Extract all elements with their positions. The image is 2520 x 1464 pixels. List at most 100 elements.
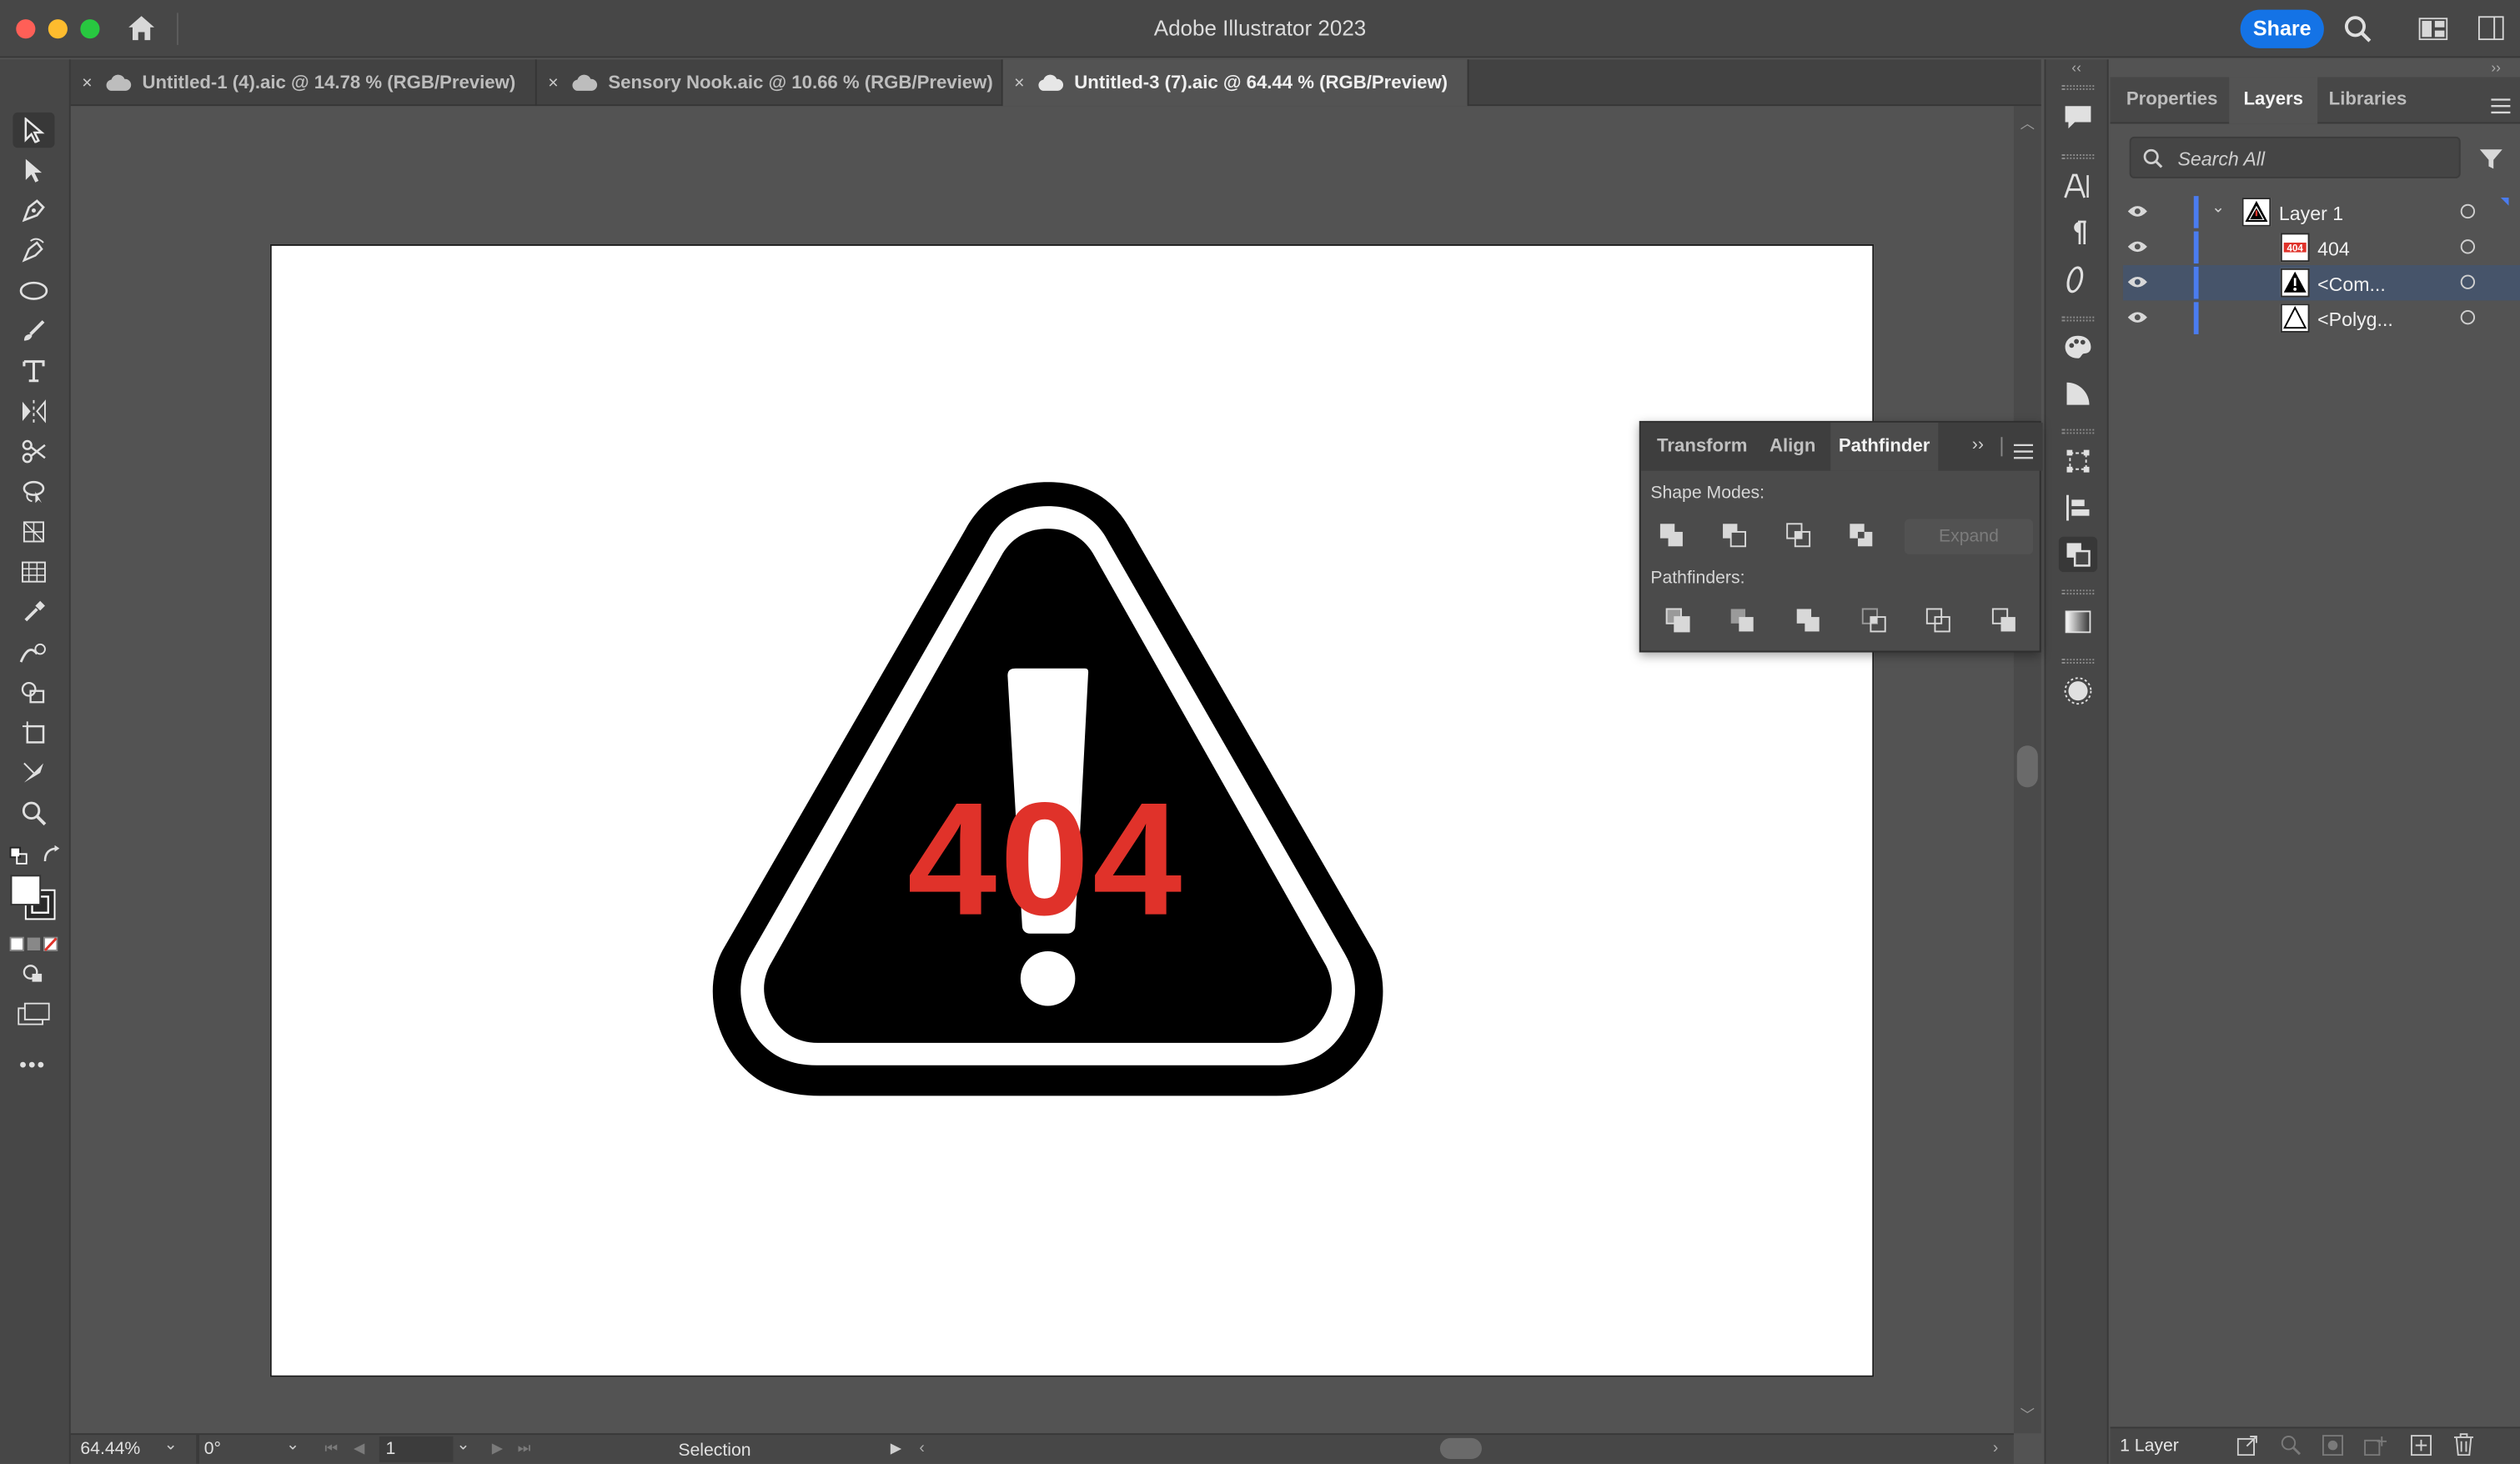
visibility-eye-icon[interactable]: [2127, 310, 2147, 324]
color-panel-icon[interactable]: [2059, 329, 2097, 364]
document-tab-active[interactable]: × Untitled-3 (7).aic @ 64.44 % (RGB/Prev…: [1002, 59, 1469, 107]
tab-properties[interactable]: Properties: [2111, 78, 2231, 124]
previous-artboard-icon[interactable]: ◀: [354, 1440, 364, 1457]
eyedropper-tool-icon[interactable]: [13, 594, 54, 629]
color-mode-icons[interactable]: [9, 932, 58, 961]
gradient-panel-icon[interactable]: [2059, 604, 2097, 639]
status-menu-icon[interactable]: ▶: [891, 1440, 901, 1457]
draw-mode-icon[interactable]: [23, 962, 45, 991]
collapse-panels-icon[interactable]: ‹‹: [2071, 59, 2081, 75]
tab-libraries[interactable]: Libraries: [2314, 78, 2421, 124]
scroll-up-icon[interactable]: ︿: [2021, 113, 2035, 133]
opentype-panel-icon[interactable]: [2059, 262, 2097, 297]
arrange-documents-icon[interactable]: [2418, 18, 2448, 48]
tab-layers[interactable]: Layers: [2229, 77, 2318, 124]
tab-align[interactable]: Align: [1761, 423, 1824, 471]
outline-button[interactable]: [1920, 603, 1955, 638]
direct-selection-tool-icon[interactable]: [13, 153, 54, 188]
scroll-down-icon[interactable]: ﹀: [2021, 1404, 2035, 1425]
document-tab[interactable]: × Untitled-1 (4).aic @ 14.78 % (RGB/Prev…: [71, 59, 537, 107]
color-guide-icon[interactable]: [2059, 376, 2097, 411]
paragraph-panel-icon[interactable]: [2059, 215, 2097, 250]
unite-button[interactable]: [1654, 518, 1689, 553]
appearance-panel-icon[interactable]: [2059, 674, 2097, 709]
edit-toolbar-icon[interactable]: •••: [19, 1052, 46, 1076]
swap-fill-stroke-icon[interactable]: [42, 844, 61, 873]
expand-button[interactable]: Expand: [1904, 519, 2034, 554]
transform-panel-icon[interactable]: [2059, 444, 2097, 479]
scissors-tool-icon[interactable]: [13, 434, 54, 469]
default-fill-stroke-icon[interactable]: [9, 844, 28, 873]
vertical-scrollbar[interactable]: ︿ ﹀: [2013, 106, 2041, 1434]
layers-search-input[interactable]: Search All: [2129, 136, 2461, 178]
screen-mode-icon[interactable]: [18, 1002, 50, 1034]
locate-object-icon[interactable]: [2281, 1435, 2302, 1461]
perspective-grid-tool-icon[interactable]: [13, 514, 54, 549]
artboard-tool-icon[interactable]: [13, 715, 54, 750]
scroll-right-icon[interactable]: ›: [1993, 1440, 1998, 1457]
close-tab-icon[interactable]: ×: [1014, 73, 1024, 93]
artwork-404-warning[interactable]: 404: [272, 246, 1875, 1379]
scroll-left-icon[interactable]: ‹: [919, 1440, 924, 1457]
character-panel-icon[interactable]: [2059, 168, 2097, 203]
export-icon[interactable]: [2236, 1435, 2258, 1461]
workspace-switcher-icon[interactable]: [2477, 16, 2504, 48]
align-panel-icon[interactable]: [2059, 490, 2097, 525]
artboard[interactable]: 404: [269, 243, 1875, 1379]
rotation-dropdown-icon[interactable]: ⌄: [286, 1436, 299, 1454]
layer-row-polygon[interactable]: <Polyg...: [2123, 300, 2520, 335]
artboard-dropdown-icon[interactable]: ⌄: [456, 1436, 469, 1454]
target-circle-icon[interactable]: [2460, 203, 2476, 219]
ellipse-tool-icon[interactable]: [13, 273, 54, 308]
zoom-dropdown-icon[interactable]: ⌄: [164, 1436, 178, 1454]
reflect-tool-icon[interactable]: [13, 394, 54, 429]
target-circle-icon[interactable]: [2460, 239, 2476, 254]
shape-builder-tool-icon[interactable]: [13, 674, 54, 709]
collapse-dock-icon[interactable]: ››: [2491, 59, 2501, 75]
tab-transform[interactable]: Transform: [1649, 423, 1755, 471]
tab-pathfinder[interactable]: Pathfinder: [1830, 422, 1939, 471]
fill-stroke-swatch[interactable]: [10, 874, 58, 930]
filter-icon[interactable]: [2479, 148, 2502, 178]
trim-button[interactable]: [1724, 603, 1759, 638]
visibility-eye-icon[interactable]: [2127, 275, 2147, 289]
expand-chevron-icon[interactable]: ⌄: [2211, 199, 2225, 217]
divide-button[interactable]: [1660, 603, 1695, 638]
minus-back-button[interactable]: [1986, 603, 2021, 638]
panel-menu-icon[interactable]: [2491, 93, 2511, 123]
panel-menu-icon[interactable]: [2013, 439, 2034, 468]
exclude-button[interactable]: [1844, 518, 1879, 553]
last-artboard-icon[interactable]: ⏭: [518, 1440, 531, 1457]
paintbrush-tool-icon[interactable]: [13, 313, 54, 348]
selection-tool-icon[interactable]: [13, 112, 55, 148]
close-tab-icon[interactable]: ×: [548, 73, 558, 93]
search-icon[interactable]: [2343, 14, 2372, 51]
layer-row-compound-path[interactable]: <Com...: [2122, 265, 2520, 301]
pathfinder-panel-icon[interactable]: [2058, 536, 2098, 573]
horizontal-scroll-thumb[interactable]: [1439, 1437, 1482, 1459]
blend-tool-icon[interactable]: [13, 634, 54, 669]
close-tab-icon[interactable]: ×: [82, 73, 92, 93]
zoom-tool-icon[interactable]: [13, 795, 54, 830]
share-button[interactable]: Share: [2240, 9, 2324, 48]
new-sublayer-icon[interactable]: [2364, 1435, 2388, 1461]
first-artboard-icon[interactable]: ⏮: [324, 1440, 338, 1457]
collapse-panel-icon[interactable]: ››: [1972, 435, 1984, 454]
mesh-tool-icon[interactable]: [13, 554, 54, 589]
delete-layer-icon[interactable]: [2453, 1433, 2474, 1461]
type-tool-icon[interactable]: [13, 353, 54, 389]
slice-tool-icon[interactable]: [13, 755, 54, 790]
next-artboard-icon[interactable]: ▶: [492, 1440, 503, 1457]
target-circle-icon[interactable]: [2460, 274, 2476, 289]
vertical-scroll-thumb[interactable]: [2016, 745, 2038, 788]
layer-row-404[interactable]: 404 404: [2123, 230, 2520, 265]
zoom-level[interactable]: 64.44%: [80, 1440, 140, 1459]
new-layer-icon[interactable]: [2410, 1435, 2432, 1461]
document-tab[interactable]: × Sensory Nook.aic @ 10.66 % (RGB/Previe…: [537, 59, 1003, 107]
intersect-button[interactable]: [1780, 518, 1815, 553]
artboard-number[interactable]: 1: [386, 1440, 396, 1459]
visibility-eye-icon[interactable]: [2127, 204, 2147, 218]
pen-tool-icon[interactable]: [13, 193, 54, 228]
curvature-tool-icon[interactable]: [13, 233, 54, 268]
layer-row-layer-1[interactable]: ⌄ Layer 1: [2123, 194, 2520, 229]
